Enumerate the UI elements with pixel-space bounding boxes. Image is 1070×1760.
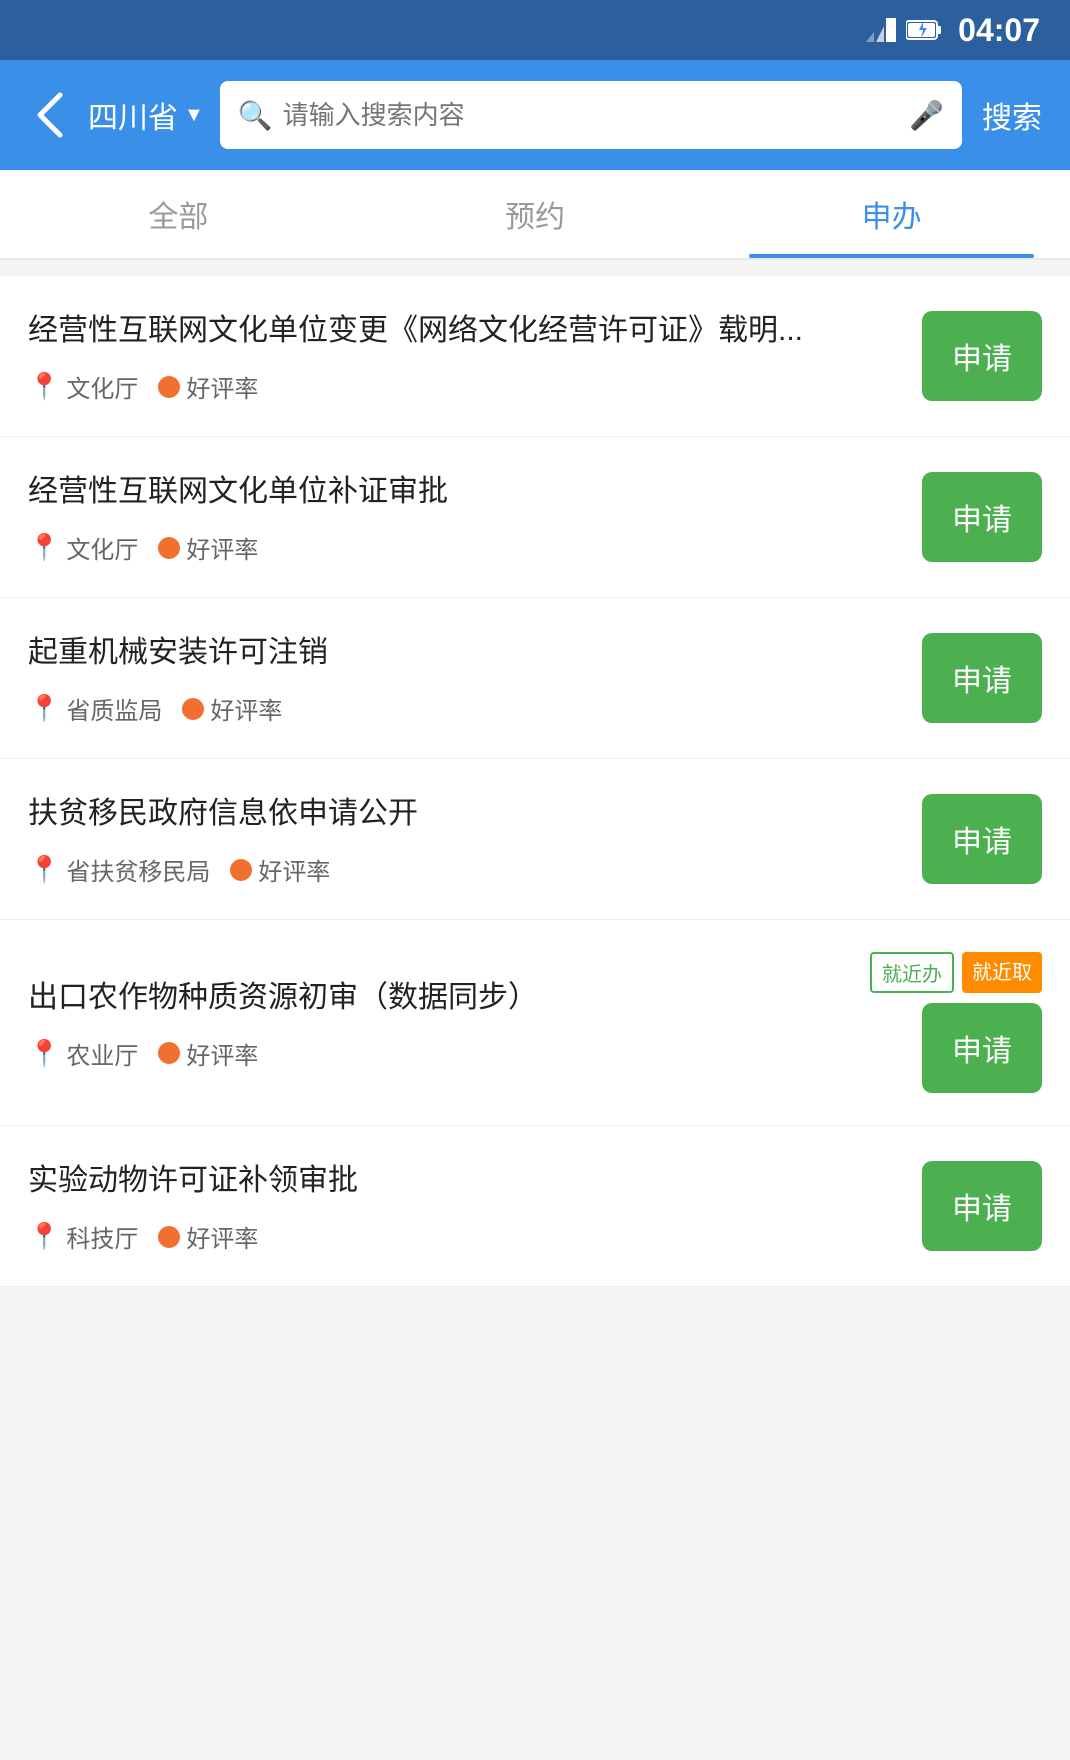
item-meta: 📍 省质监局 好评率 [28, 691, 902, 726]
list-item: 经营性互联网文化单位补证审批 📍 文化厅 好评率 申请 [0, 437, 1070, 598]
list-item: 起重机械安装许可注销 📍 省质监局 好评率 申请 [0, 598, 1070, 759]
item-meta: 📍 文化厅 好评率 [28, 530, 902, 565]
mic-icon[interactable]: 🎤 [909, 99, 944, 132]
status-icons [866, 18, 942, 42]
item-rating: 好评率 [158, 1219, 258, 1254]
item-department: 📍 省质监局 [28, 691, 162, 726]
list-item: 实验动物许可证补领审批 📍 科技厅 好评率 申请 [0, 1126, 1070, 1287]
item-actions: 申请 [922, 633, 1042, 723]
item-content: 出口农作物种质资源初审（数据同步） 📍 农业厅 好评率 [28, 975, 850, 1071]
item-rating: 好评率 [158, 369, 258, 404]
badge-nearby: 就近办 [870, 952, 954, 993]
list-item: 出口农作物种质资源初审（数据同步） 📍 农业厅 好评率 就近办 就近取 申请 [0, 920, 1070, 1126]
item-actions: 申请 [922, 472, 1042, 562]
item-department: 📍 省扶贫移民局 [28, 852, 210, 887]
search-icon: 🔍 [238, 99, 273, 132]
item-content: 实验动物许可证补领审批 📍 科技厅 好评率 [28, 1158, 902, 1254]
rating-dot-icon [158, 1226, 180, 1248]
item-meta: 📍 科技厅 好评率 [28, 1219, 902, 1254]
item-content: 经营性互联网文化单位变更《网络文化经营许可证》载明... 📍 文化厅 好评率 [28, 308, 902, 404]
item-rating: 好评率 [158, 1036, 258, 1071]
location-pin-icon: 📍 [28, 532, 60, 563]
location-pin-icon: 📍 [28, 693, 60, 724]
tabs: 全部 预约 申办 [0, 170, 1070, 260]
rating-dot-icon [182, 698, 204, 720]
search-input[interactable] [283, 100, 899, 131]
rating-dot-icon [158, 1042, 180, 1064]
tab-booking[interactable]: 预约 [357, 170, 714, 258]
province-dropdown-icon: ▼ [184, 104, 204, 127]
apply-button[interactable]: 申请 [922, 1003, 1042, 1093]
item-title: 经营性互联网文化单位补证审批 [28, 469, 902, 514]
item-meta: 📍 省扶贫移民局 好评率 [28, 852, 902, 887]
item-badges: 就近办 就近取 [870, 952, 1042, 993]
search-button[interactable]: 搜索 [978, 93, 1046, 137]
apply-button[interactable]: 申请 [922, 1161, 1042, 1251]
tab-all[interactable]: 全部 [0, 170, 357, 258]
item-actions: 申请 [922, 1161, 1042, 1251]
item-actions: 申请 [922, 794, 1042, 884]
item-actions: 就近办 就近取 申请 [870, 952, 1042, 1093]
list-item: 扶贫移民政府信息依申请公开 📍 省扶贫移民局 好评率 申请 [0, 759, 1070, 920]
header: 四川省 ▼ 🔍 🎤 搜索 [0, 60, 1070, 170]
status-bar: 04:07 [0, 0, 1070, 60]
item-rating: 好评率 [182, 691, 282, 726]
item-title: 扶贫移民政府信息依申请公开 [28, 791, 902, 836]
item-title: 起重机械安装许可注销 [28, 630, 902, 675]
apply-button[interactable]: 申请 [922, 311, 1042, 401]
item-meta: 📍 文化厅 好评率 [28, 369, 902, 404]
item-department: 📍 文化厅 [28, 530, 138, 565]
rating-dot-icon [230, 859, 252, 881]
apply-button[interactable]: 申请 [922, 794, 1042, 884]
item-meta: 📍 农业厅 好评率 [28, 1036, 850, 1071]
rating-dot-icon [158, 376, 180, 398]
province-selector[interactable]: 四川省 ▼ [88, 93, 204, 137]
service-list: 经营性互联网文化单位变更《网络文化经营许可证》载明... 📍 文化厅 好评率 申… [0, 276, 1070, 1287]
item-department: 📍 农业厅 [28, 1036, 138, 1071]
item-title: 实验动物许可证补领审批 [28, 1158, 902, 1203]
tab-apply[interactable]: 申办 [713, 170, 1070, 258]
item-rating: 好评率 [158, 530, 258, 565]
item-rating: 好评率 [230, 852, 330, 887]
battery-icon [906, 19, 942, 41]
province-label: 四川省 [88, 93, 178, 137]
item-department: 📍 文化厅 [28, 369, 138, 404]
item-content: 起重机械安装许可注销 📍 省质监局 好评率 [28, 630, 902, 726]
badge-recent: 就近取 [962, 952, 1042, 993]
item-title: 经营性互联网文化单位变更《网络文化经营许可证》载明... [28, 308, 902, 353]
item-actions: 申请 [922, 311, 1042, 401]
rating-dot-icon [158, 537, 180, 559]
signal-icon [866, 18, 896, 42]
back-button[interactable] [24, 90, 72, 140]
search-bar: 🔍 🎤 [220, 81, 962, 149]
item-content: 经营性互联网文化单位补证审批 📍 文化厅 好评率 [28, 469, 902, 565]
item-title: 出口农作物种质资源初审（数据同步） [28, 975, 850, 1020]
location-pin-icon: 📍 [28, 1038, 60, 1069]
location-pin-icon: 📍 [28, 854, 60, 885]
location-pin-icon: 📍 [28, 1221, 60, 1252]
list-item: 经营性互联网文化单位变更《网络文化经营许可证》载明... 📍 文化厅 好评率 申… [0, 276, 1070, 437]
item-content: 扶贫移民政府信息依申请公开 📍 省扶贫移民局 好评率 [28, 791, 902, 887]
apply-button[interactable]: 申请 [922, 472, 1042, 562]
location-pin-icon: 📍 [28, 371, 60, 402]
status-time: 04:07 [958, 12, 1040, 49]
item-department: 📍 科技厅 [28, 1219, 138, 1254]
apply-button[interactable]: 申请 [922, 633, 1042, 723]
